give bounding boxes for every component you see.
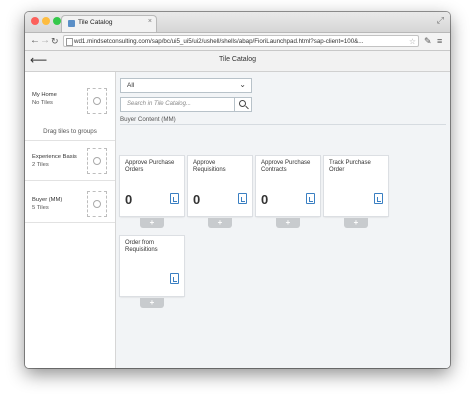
group-buyer-mm[interactable]: Buyer (MM) 5 Tiles: [25, 181, 115, 221]
tile-title: Approve Purchase Orders: [125, 160, 175, 173]
close-tab-icon[interactable]: ×: [148, 18, 152, 25]
fullscreen-icon[interactable]: ⤢: [437, 15, 444, 26]
back-nav-icon[interactable]: ←: [30, 35, 40, 47]
group-my-home[interactable]: My Home No Tiles: [25, 72, 115, 117]
search-input[interactable]: Search in Tile Catalog...: [120, 97, 235, 112]
document-icon: [170, 193, 179, 204]
divider: [120, 124, 446, 125]
app-header: ⟵ Tile Catalog: [25, 51, 450, 72]
add-tile-button[interactable]: +: [344, 218, 368, 228]
catalog-filter-select[interactable]: All ⌄: [120, 78, 252, 93]
tab-bar: Tile Catalog × ⤢: [25, 12, 450, 33]
pin-icon: [93, 157, 101, 165]
document-icon: [374, 193, 383, 204]
group-dropzone[interactable]: [87, 191, 107, 217]
list-icon: [238, 193, 247, 204]
menu-icon[interactable]: ≡: [437, 35, 442, 47]
group-dropzone[interactable]: [87, 88, 107, 114]
divider: [25, 222, 115, 223]
tile-approve-requisitions[interactable]: Approve Requisitions 0: [188, 156, 252, 216]
catalog-title: Buyer Content (MM): [120, 116, 176, 123]
group-title: My Home: [32, 92, 57, 98]
groups-sidebar: My Home No Tiles Drag tiles to groups Ex…: [25, 72, 116, 368]
documents-icon: [306, 193, 315, 204]
tile-title: Approve Purchase Contracts: [261, 160, 311, 173]
address-bar: ← → ↻ wd1.mindsetconsulting.com/sap/bc/u…: [25, 33, 450, 51]
group-count: 5 Tiles: [32, 205, 49, 211]
tile-title: Approve Requisitions: [193, 160, 226, 173]
chevron-down-icon: ⌄: [239, 80, 246, 89]
group-dropzone[interactable]: [87, 148, 107, 174]
search-placeholder: Search in Tile Catalog...: [127, 101, 191, 107]
page-icon: [66, 38, 73, 46]
add-tile-button[interactable]: +: [140, 298, 164, 308]
tile-title: Order from Requisitions: [125, 240, 158, 253]
tile-number: 0: [261, 192, 269, 207]
group-title: Experience Basis: [32, 154, 77, 160]
browser-window: Tile Catalog × ⤢ ← → ↻ wd1.mindsetconsul…: [25, 12, 450, 368]
search-button[interactable]: [234, 97, 252, 112]
group-count: 2 Tiles: [32, 162, 49, 168]
group-count: No Tiles: [32, 100, 53, 106]
browser-tab[interactable]: Tile Catalog ×: [61, 15, 157, 32]
add-tile-button[interactable]: +: [208, 218, 232, 228]
tile-track-purchase-order[interactable]: Track Purchase Order: [324, 156, 388, 216]
reload-icon[interactable]: ↻: [51, 35, 59, 47]
tile-order-from-requisitions[interactable]: Order from Requisitions: [120, 236, 184, 296]
tab-title: Tile Catalog: [78, 19, 113, 26]
close-window-button[interactable]: [31, 17, 39, 25]
minimize-window-button[interactable]: [42, 17, 50, 25]
tile-number: 0: [125, 192, 133, 207]
url-text: wd1.mindsetconsulting.com/sap/bc/ui5_ui5…: [74, 38, 364, 45]
add-tile-button[interactable]: +: [276, 218, 300, 228]
select-value: All: [127, 82, 135, 89]
zoom-window-button[interactable]: [53, 17, 61, 25]
add-tile-button[interactable]: +: [140, 218, 164, 228]
catalog-panel: All ⌄ Search in Tile Catalog... Buyer Co…: [116, 72, 450, 368]
url-field[interactable]: wd1.mindsetconsulting.com/sap/bc/ui5_ui5…: [63, 35, 419, 47]
page-title: Tile Catalog: [218, 56, 257, 63]
tile-approve-purchase-orders[interactable]: Approve Purchase Orders 0: [120, 156, 184, 216]
tile-approve-purchase-contracts[interactable]: Approve Purchase Contracts 0: [256, 156, 320, 216]
tile-number: 0: [193, 192, 201, 207]
bookmark-star-icon[interactable]: ☆: [409, 36, 416, 46]
documents-icon: [170, 273, 179, 284]
tile-title: Track Purchase Order: [329, 160, 371, 173]
pin-icon: [93, 200, 101, 208]
group-experience-basis[interactable]: Experience Basis 2 Tiles: [25, 141, 115, 179]
wrench-icon[interactable]: ✎: [424, 35, 432, 47]
forward-nav-icon[interactable]: →: [40, 35, 50, 47]
pin-icon: [93, 97, 101, 105]
group-title: Buyer (MM): [32, 197, 63, 203]
favicon-icon: [68, 20, 75, 27]
drag-hint: Drag tiles to groups: [43, 128, 97, 135]
